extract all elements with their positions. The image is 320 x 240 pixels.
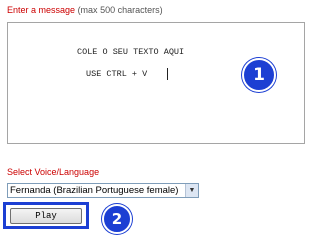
- message-label: Enter a message (max 500 characters): [7, 4, 163, 16]
- step-1-badge: 1: [242, 58, 276, 92]
- play-button[interactable]: Play: [10, 208, 82, 224]
- voice-select-value: Fernanda (Brazilian Portuguese female): [10, 185, 179, 196]
- chevron-down-icon[interactable]: ▼: [185, 184, 198, 197]
- message-limit-note: (max 500 characters): [77, 5, 163, 15]
- text-caret: [167, 68, 168, 80]
- step-2-badge: 2: [102, 204, 132, 234]
- voice-label: Select Voice/Language: [7, 167, 100, 177]
- message-text-line-1: COLE O SEU TEXTO AQUI: [77, 47, 185, 57]
- voice-select[interactable]: Fernanda (Brazilian Portuguese female) ▼: [7, 183, 199, 198]
- message-text-line-2: USE CTRL + V: [86, 69, 148, 79]
- message-label-text: Enter a message: [7, 5, 76, 15]
